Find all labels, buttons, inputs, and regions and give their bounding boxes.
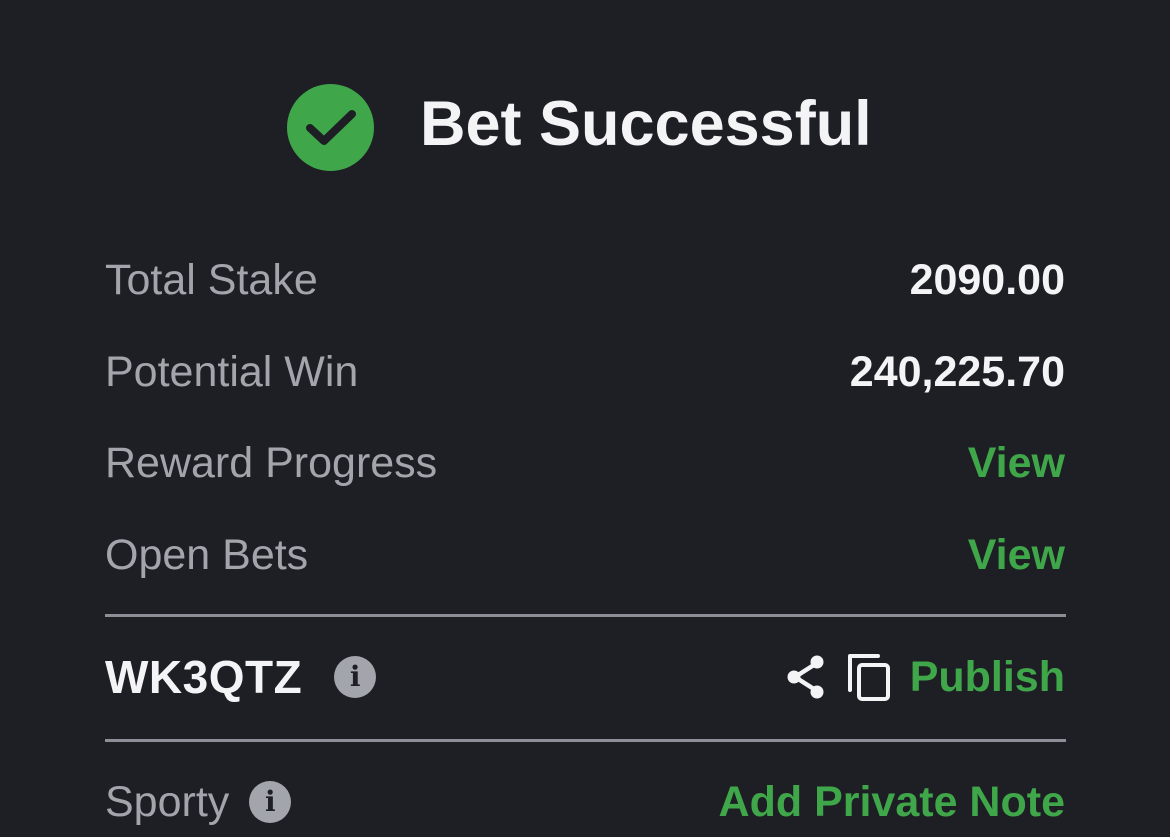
divider	[105, 739, 1066, 742]
booking-code: WK3QTZ	[105, 651, 303, 703]
potential-win-value: 240,225.70	[849, 348, 1065, 396]
checkmark-circle-icon	[287, 84, 374, 171]
success-header: Bet Successful	[0, 0, 1170, 250]
potential-win-row: Potential Win 240,225.70	[105, 346, 1065, 398]
bet-confirmation-screen: Bet Successful Total Stake 2090.00 Poten…	[0, 0, 1170, 837]
copy-icon[interactable]	[846, 652, 892, 702]
share-icon[interactable]	[784, 654, 828, 700]
add-private-note-link[interactable]: Add Private Note	[719, 776, 1065, 828]
booking-code-row: WK3QTZ i Publish	[105, 650, 1065, 704]
checkmark-icon	[305, 109, 356, 145]
total-stake-value: 2090.00	[909, 256, 1065, 304]
total-stake-label: Total Stake	[105, 256, 318, 304]
booking-actions: Publish	[784, 651, 1065, 703]
sporty-label: Sporty	[105, 778, 230, 826]
info-icon[interactable]: i	[334, 656, 377, 698]
publish-button[interactable]: Publish	[910, 651, 1065, 703]
potential-win-label: Potential Win	[105, 348, 359, 396]
booking-code-group: WK3QTZ i	[105, 650, 377, 704]
info-icon[interactable]: i	[249, 781, 292, 823]
reward-progress-label: Reward Progress	[105, 439, 438, 487]
private-note-row: Sporty i Add Private Note	[105, 776, 1065, 828]
total-stake-row: Total Stake 2090.00	[105, 254, 1065, 306]
open-bets-view-link[interactable]: View	[968, 529, 1065, 581]
open-bets-row: Open Bets View	[105, 529, 1065, 581]
divider	[105, 614, 1066, 617]
open-bets-label: Open Bets	[105, 531, 309, 579]
reward-progress-view-link[interactable]: View	[968, 437, 1065, 489]
page-title: Bet Successful	[420, 89, 872, 159]
sporty-label-group: Sporty i	[105, 776, 292, 828]
reward-progress-row: Reward Progress View	[105, 437, 1065, 489]
